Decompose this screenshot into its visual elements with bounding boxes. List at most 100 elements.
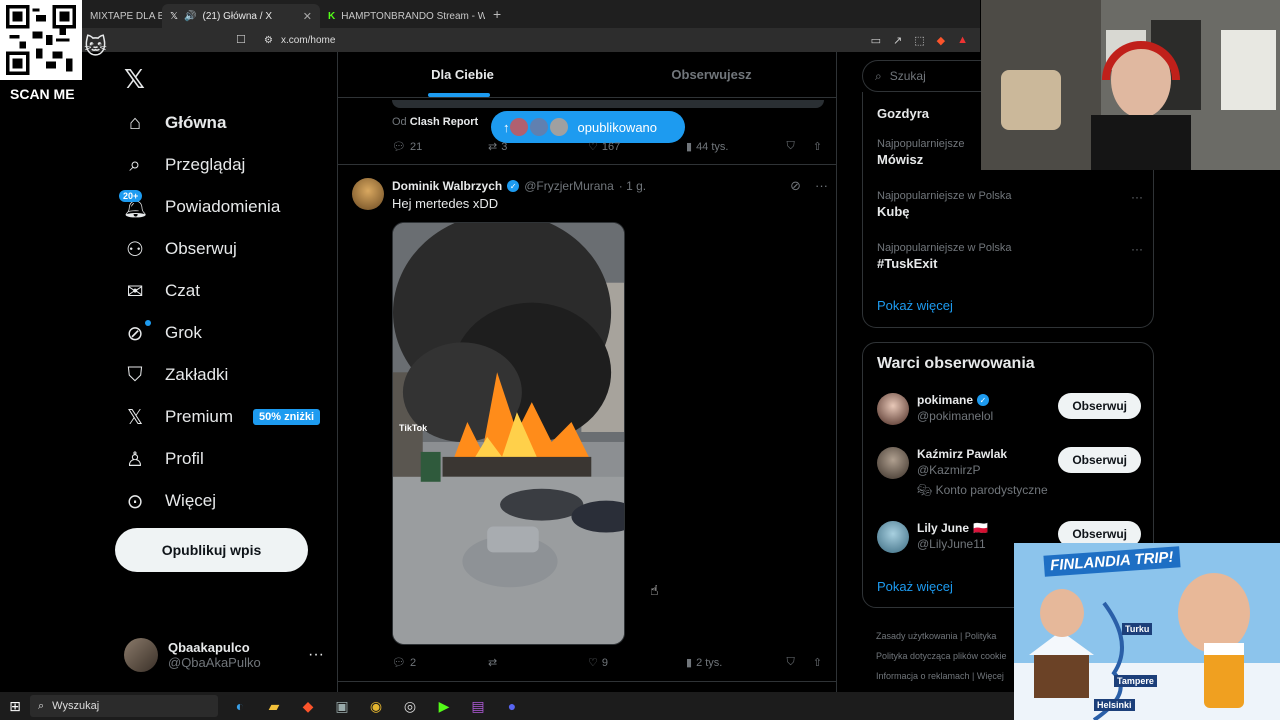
nav-item-chat[interactable]: ✉ Czat xyxy=(115,270,335,312)
nav-label: Zakładki xyxy=(165,365,229,384)
bookmark-icon[interactable]: ⛉ xyxy=(787,656,795,669)
footer-link[interactable]: Więcej xyxy=(977,671,1004,681)
share-icon[interactable]: ⇧ xyxy=(813,656,822,669)
reply-button[interactable]: 💬︎ 2 xyxy=(392,656,488,670)
search-icon: ⌕ xyxy=(38,699,45,712)
post-button[interactable]: Opublikuj wpis xyxy=(115,528,308,572)
nav-item-follow[interactable]: ⚇ Obserwuj xyxy=(115,228,335,270)
brave-icon[interactable]: ◆ xyxy=(298,698,318,715)
parody-label: 🎭︎ Konto parodystyczne xyxy=(917,483,1048,497)
previous-tweet-media[interactable] xyxy=(392,100,824,108)
video-watermark: TikTok xyxy=(399,423,428,433)
nav-label: Profil xyxy=(165,449,204,468)
nav-item-more[interactable]: ⊙ Więcej xyxy=(115,480,335,522)
account-name: Qbaakapulco xyxy=(168,640,250,655)
account-switcher[interactable]: Qbaakapulco @QbaAkaPulko ··· xyxy=(124,638,324,672)
tweet-author-name[interactable]: Dominik Walbrzych xyxy=(392,179,502,193)
x-logo-icon[interactable]: 𝕏 xyxy=(124,64,145,95)
promo-thumbnail: FINLANDIA TRIP! Turku Tampere Helsinki xyxy=(1014,543,1280,720)
nav-item-notifications[interactable]: 🔔︎ Powiadomienia xyxy=(115,186,335,228)
more-dots-icon[interactable]: ··· xyxy=(1131,242,1143,256)
windows-start-icon[interactable]: ⊞ xyxy=(0,698,30,715)
grok-icon: ⊘ xyxy=(126,322,144,345)
show-more-link[interactable]: Pokaż więcej xyxy=(877,579,953,594)
heart-icon: ♡ xyxy=(588,657,598,669)
footer-link[interactable]: Zasady użytkowania xyxy=(876,631,958,641)
discord-icon[interactable]: ● xyxy=(502,698,522,715)
nav-label: Obserwuj xyxy=(165,239,237,258)
brave-shield-icon[interactable]: ◆ xyxy=(937,34,945,47)
browser-tab-active[interactable]: 𝕏 🔊 (21) Główna / X ✕ xyxy=(162,4,320,28)
reply-count: 2 xyxy=(409,656,417,669)
trend-item[interactable]: Najpopularniejsze w Polska #TuskExit ··· xyxy=(877,242,1143,271)
browser-tab[interactable]: K HAMPTONBRANDO Stream - Watch xyxy=(320,4,485,28)
avatar[interactable] xyxy=(352,178,384,210)
chrome-icon[interactable]: ◉ xyxy=(366,698,386,715)
views-button[interactable]: ▮ 44 tys. xyxy=(686,140,782,154)
browser-tab-bar: MIXTAPE DLA BEZRO 𝕏 🔊 (21) Główna / X ✕ … xyxy=(0,0,980,28)
show-more-link[interactable]: Pokaż więcej xyxy=(877,298,953,313)
follow-button[interactable]: Obserwuj xyxy=(1058,393,1141,419)
trend-context: Najpopularniejsze w Polska xyxy=(877,242,1012,254)
nav-item-premium[interactable]: 𝕏 Premium 50% zniżki xyxy=(115,396,335,438)
footer-link[interactable]: Polityka xyxy=(965,631,997,641)
hand-cursor-icon: ☝ xyxy=(650,582,659,598)
tweet-time[interactable]: · 1 g. xyxy=(619,179,646,193)
cast-icon[interactable]: ▭ xyxy=(871,34,881,47)
like-button[interactable]: ♡ 9 xyxy=(588,656,686,670)
browser-tab[interactable]: MIXTAPE DLA BEZRO xyxy=(82,4,162,28)
bookmark-page-icon[interactable]: ☐ xyxy=(236,33,246,46)
nav-item-bookmarks[interactable]: ⛉ Zakładki xyxy=(115,354,335,396)
more-dots-icon[interactable]: ··· xyxy=(1131,190,1143,204)
new-posts-pill[interactable]: ↑ opublikowano xyxy=(491,111,685,143)
folder-icon[interactable]: ▰ xyxy=(264,698,284,715)
webcam-overlay xyxy=(981,0,1280,170)
site-info-icon[interactable]: ⚙ xyxy=(264,35,273,46)
repost-prefix: Od xyxy=(392,116,407,128)
more-dots-icon[interactable]: ··· xyxy=(308,646,324,664)
mail-icon: ✉ xyxy=(126,280,144,303)
nav-item-home[interactable]: ⌂ Główna xyxy=(115,102,335,144)
kick-icon[interactable]: ▶ xyxy=(434,698,454,715)
repost-button[interactable]: ⇄ xyxy=(488,656,588,669)
repost-source-name[interactable]: Clash Report xyxy=(410,116,478,128)
like-button[interactable]: ♡ 167 xyxy=(588,140,686,154)
follow-button[interactable]: Obserwuj xyxy=(1058,447,1141,473)
share-icon[interactable]: ↗ xyxy=(893,34,902,47)
twitch-icon[interactable]: ▤ xyxy=(468,698,488,715)
follow-suggestion[interactable]: pokimane ✓ @pokimanelol Obserwuj xyxy=(877,393,1141,425)
grok-icon[interactable]: ⊘ xyxy=(790,178,801,194)
more-dots-icon[interactable]: ··· xyxy=(815,178,828,194)
tab-for-you[interactable]: Dla Ciebie xyxy=(338,52,587,97)
url-field[interactable]: ⚙ x.com/home ▭ ↗ ⬚ ◆ ▲ xyxy=(256,30,976,50)
tab-close-icon[interactable]: ✕ xyxy=(303,10,312,23)
premium-discount-badge: 50% zniżki xyxy=(253,409,321,425)
app-icon[interactable]: ▣ xyxy=(332,698,352,715)
screenshot-icon[interactable]: ⬚ xyxy=(914,34,924,47)
tweet-video[interactable]: TikTok xyxy=(392,222,625,645)
nav-item-grok[interactable]: ⊘ Grok xyxy=(115,312,335,354)
views-button[interactable]: ▮ 2 tys. xyxy=(686,656,782,670)
brave-rewards-icon[interactable]: ▲ xyxy=(957,34,968,47)
bookmark-icon[interactable]: ⛉ xyxy=(787,140,795,153)
nav-item-profile[interactable]: ♙ Profil xyxy=(115,438,335,480)
edge-icon[interactable]: ◐ xyxy=(230,698,250,715)
tweet-author-handle[interactable]: @FryzjerMurana xyxy=(524,179,614,193)
reply-button[interactable]: 💬︎ 21 xyxy=(392,140,488,154)
qr-code xyxy=(0,0,82,80)
suggestion-handle: @pokimanelol xyxy=(917,409,994,423)
obs-icon[interactable]: ◎ xyxy=(400,698,420,715)
timeline: Dla Ciebie Obserwujesz Od Clash Report ↑… xyxy=(337,52,837,692)
footer-link[interactable]: Informacja o reklamach xyxy=(876,671,970,681)
footer-link[interactable]: Polityka dotycząca plików cookie xyxy=(876,651,1007,661)
nav-item-explore[interactable]: ⌕ Przeglądaj xyxy=(115,144,335,186)
share-icon[interactable]: ⇧ xyxy=(813,140,822,153)
tab-following[interactable]: Obserwujesz xyxy=(587,52,836,97)
trend-item[interactable]: Najpopularniejsze w Polska Kubę ··· xyxy=(877,190,1143,219)
new-tab-icon[interactable]: + xyxy=(493,6,501,22)
tweet-header: Dominik Walbrzych ✓ @FryzjerMurana · 1 g… xyxy=(392,178,828,194)
taskbar-search[interactable]: ⌕ Wyszukaj xyxy=(30,695,218,717)
heart-icon: ♡ xyxy=(588,141,598,153)
repost-button[interactable]: ⇄ 3 xyxy=(488,140,588,154)
follow-suggestion[interactable]: Kaźmirz Pawlak @KazmirzP 🎭︎ Konto parody… xyxy=(877,447,1141,497)
